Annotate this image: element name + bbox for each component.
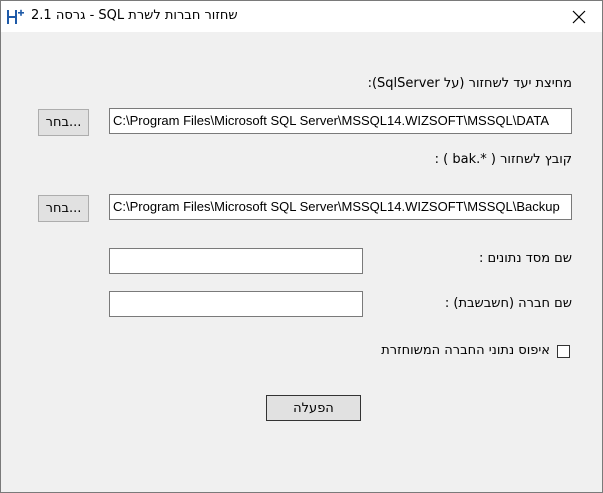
- target-folder-input[interactable]: C:\Program Files\Microsoft SQL Server\MS…: [109, 108, 572, 134]
- reset-checkbox[interactable]: [557, 345, 570, 358]
- company-name-label: שם חברה (חשבשבת) :: [444, 296, 572, 311]
- database-name-input[interactable]: [109, 248, 363, 274]
- company-name-input[interactable]: [109, 291, 363, 317]
- reset-checkbox-label: איפוס נתוני החברה המשוחזרת: [381, 343, 550, 358]
- backup-file-label: קובץ לשחזור ( *.bak ) :: [434, 152, 572, 167]
- backup-file-input[interactable]: C:\Program Files\Microsoft SQL Server\MS…: [109, 194, 572, 220]
- title-bar: שחזור חברות לשרת SQL - גרסה 2.1: [1, 1, 602, 32]
- browse-target-button[interactable]: בחר...: [38, 109, 89, 136]
- run-button[interactable]: הפעלה: [266, 395, 361, 421]
- app-window: שחזור חברות לשרת SQL - גרסה 2.1 מחיצת יע…: [0, 0, 603, 493]
- browse-backup-button[interactable]: בחר...: [38, 195, 89, 222]
- close-button[interactable]: [556, 1, 602, 32]
- database-name-label: שם מסד נתונים :: [478, 251, 572, 266]
- window-title: שחזור חברות לשרת SQL - גרסה 2.1: [31, 8, 238, 23]
- app-logo-icon: [7, 9, 24, 24]
- close-icon: [572, 10, 586, 23]
- target-folder-label: מחיצת יעד לשחזור (על SqlServer):: [367, 76, 572, 91]
